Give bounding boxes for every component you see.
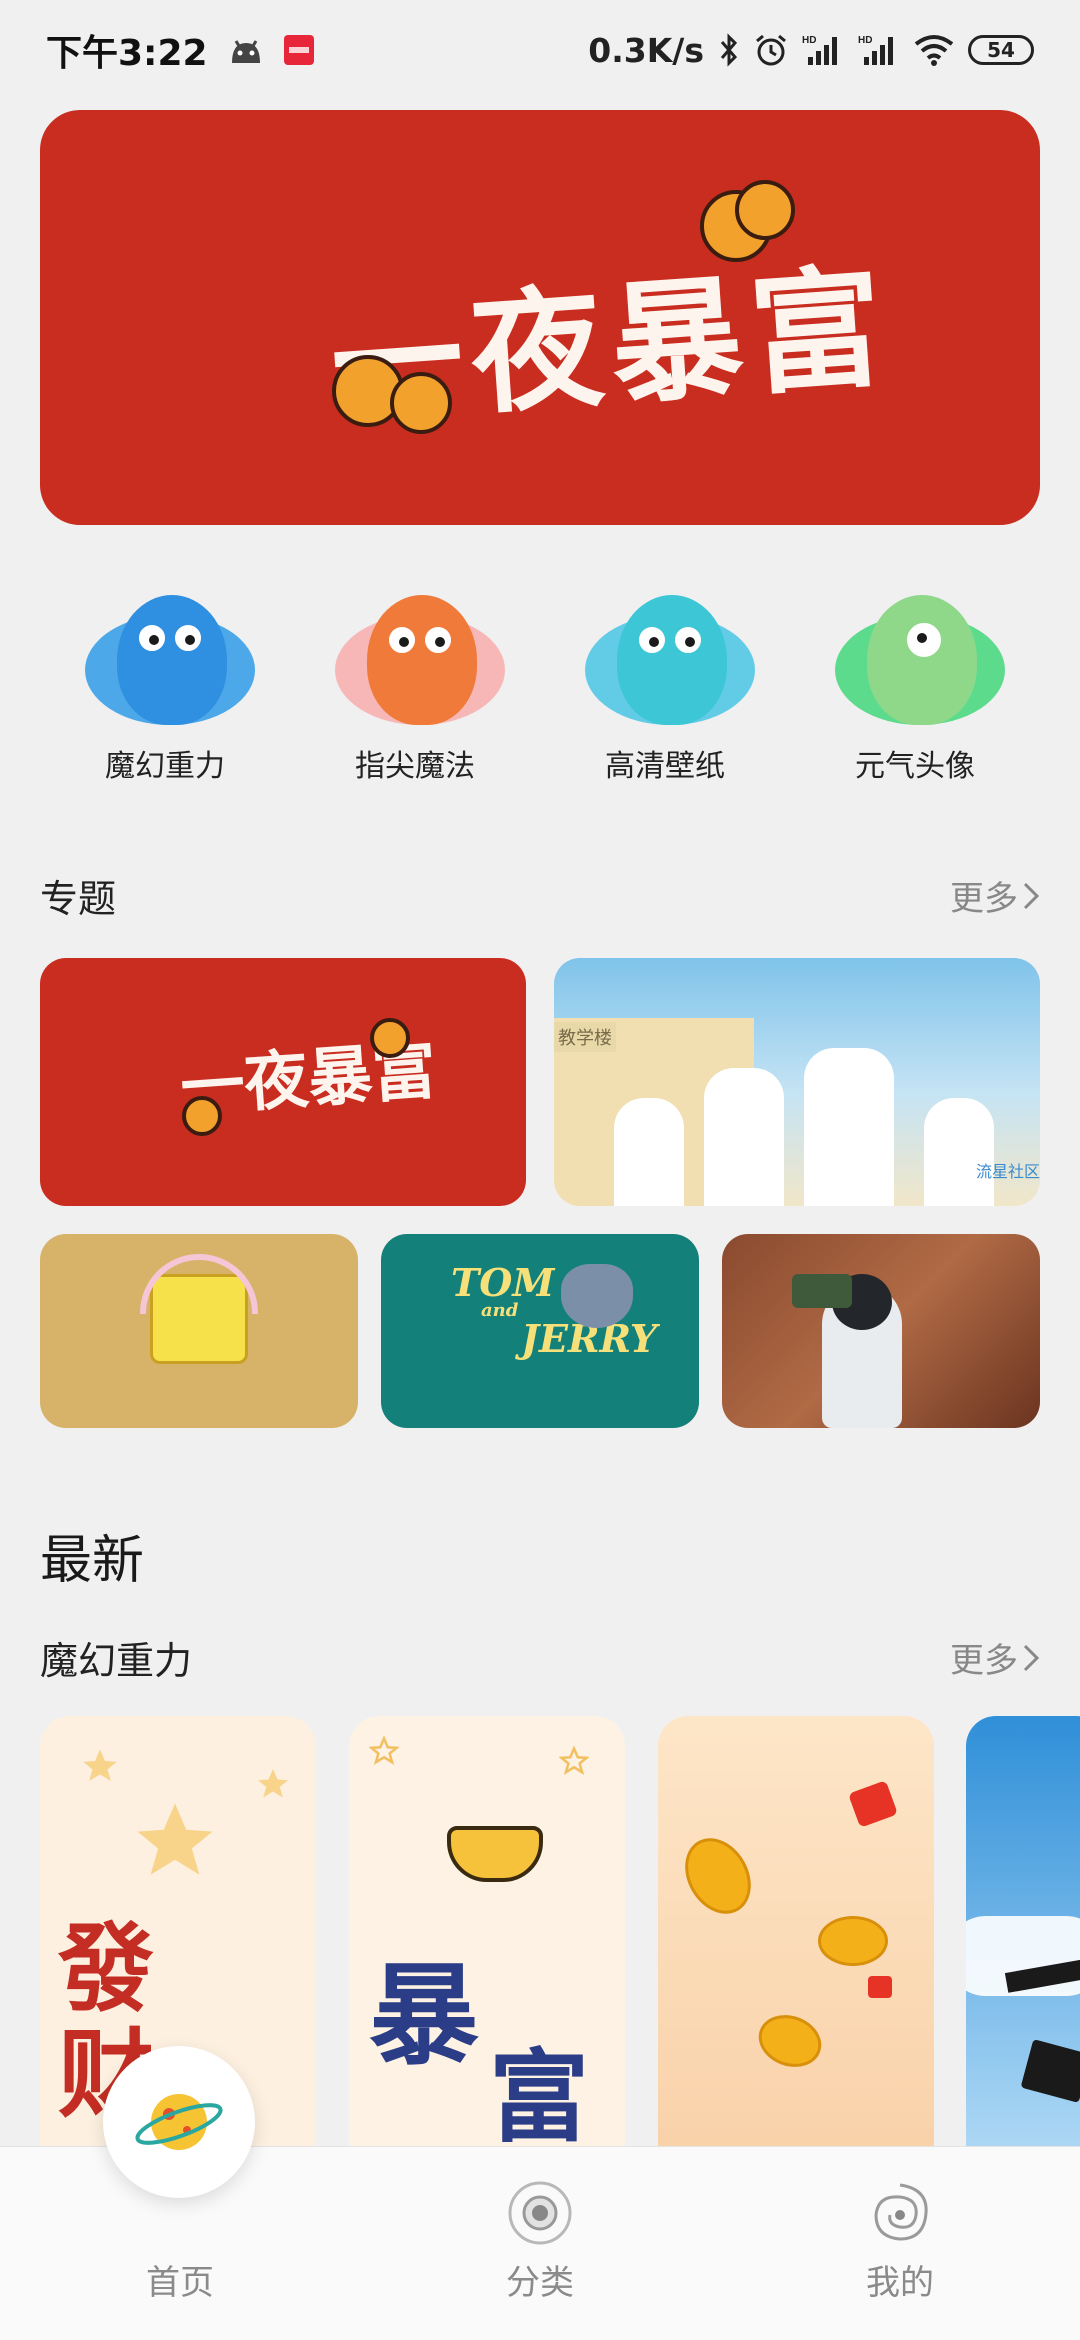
hd-signal-icon: HD	[858, 33, 900, 67]
monster-body	[867, 595, 977, 725]
topic-card-tom-jerry[interactable]: TOM and JERRY	[381, 1234, 699, 1428]
monster-cyan-icon	[575, 575, 755, 735]
star-icon	[258, 1769, 288, 1798]
wallpaper-text: 富	[489, 2038, 589, 2156]
category-label: 魔幻重力	[105, 749, 225, 784]
battery-level: 54	[987, 38, 1015, 62]
category-item-vitality-avatar[interactable]: 元气头像	[810, 575, 1020, 795]
category-label: 指尖魔法	[355, 749, 475, 784]
topic-card-astronaut[interactable]	[722, 1234, 1040, 1428]
gold-coin-icon	[751, 2006, 829, 2076]
topics-header: 专题 更多	[40, 868, 1040, 923]
student-figure	[804, 1048, 894, 1206]
category-label: 元气头像	[855, 749, 975, 784]
battery-icon: 54	[968, 35, 1034, 65]
wallpaper-more-button[interactable]: 更多	[950, 1633, 1040, 1682]
red-envelope-icon	[868, 1976, 892, 1998]
rainbow-arc	[140, 1254, 258, 1314]
coin-icon	[390, 372, 452, 434]
wallpaper-section-header: 魔幻重力 更多	[40, 1630, 1040, 1685]
gold-coin-icon	[672, 1826, 764, 1926]
home-planet-button[interactable]	[103, 2046, 255, 2198]
monster-eye	[425, 627, 451, 653]
wallpaper-section-title: 魔幻重力	[40, 1639, 193, 1683]
topics-more-button[interactable]: 更多	[950, 871, 1040, 920]
monster-blue-icon	[75, 575, 255, 735]
star-icon	[137, 1803, 213, 1875]
app-notification-icon	[283, 35, 314, 65]
monster-eye	[175, 625, 201, 651]
wifi-icon	[914, 34, 954, 66]
galaxy-icon	[874, 2183, 928, 2241]
coin-icon	[182, 1096, 222, 1136]
nav-profile[interactable]: 我的	[720, 2147, 1080, 2340]
category-item-magic-gravity[interactable]: 魔幻重力	[60, 575, 270, 795]
nav-category[interactable]: 分类	[360, 2147, 720, 2340]
student-figure	[704, 1068, 784, 1206]
school-sign: 教学楼	[554, 1022, 616, 1052]
status-bar: 下午3:22 0.3K/s HD HD 54	[0, 0, 1080, 100]
watermark-text: 流星社区	[975, 1162, 1040, 1181]
category-row: 魔幻重力 指尖魔法 高清壁纸 元气头像	[40, 575, 1040, 795]
tom-cat-figure	[561, 1264, 633, 1328]
more-label: 更多	[950, 1641, 1018, 1681]
latest-title: 最新	[40, 1531, 145, 1591]
hd-signal-icon: HD	[802, 33, 844, 67]
star-icon	[559, 1746, 589, 1776]
star-icon	[83, 1749, 117, 1781]
bluetooth-icon	[718, 33, 740, 67]
monster-eye	[139, 625, 165, 651]
topics-title: 专题	[40, 877, 117, 921]
red-envelope-icon	[848, 1780, 898, 1828]
star-icon	[369, 1736, 399, 1766]
monster-body	[367, 595, 477, 725]
monster-body	[617, 595, 727, 725]
monster-eye	[907, 623, 941, 657]
coin-icon	[370, 1018, 410, 1058]
chevron-right-icon	[1023, 882, 1040, 909]
svg-text:HD: HD	[858, 35, 872, 46]
nav-label: 分类	[506, 2263, 574, 2303]
monster-eye	[639, 627, 665, 653]
planet-icon	[135, 2094, 223, 2150]
student-figure	[614, 1098, 684, 1206]
nav-label: 我的	[866, 2263, 934, 2303]
android-icon	[228, 35, 264, 65]
orbit-icon	[508, 2181, 572, 2245]
coin-icon	[735, 180, 795, 240]
chevron-right-icon	[1023, 1644, 1040, 1671]
topic-card-rich-overnight[interactable]: 一夜暴富	[40, 958, 526, 1206]
hero-banner[interactable]: 一夜暴富	[40, 110, 1040, 525]
status-time: 下午3:22	[46, 33, 208, 74]
topic-card-school[interactable]: 教学楼 流星社区	[554, 958, 1040, 1206]
nav-label: 首页	[146, 2263, 214, 2303]
svg-text:HD: HD	[802, 35, 816, 46]
boombox	[792, 1274, 852, 1308]
category-item-hd-wallpaper[interactable]: 高清壁纸	[560, 575, 770, 795]
wallpaper-text: 暴	[369, 1951, 479, 2080]
network-speed: 0.3K/s	[588, 30, 704, 70]
monster-eye	[389, 627, 415, 653]
monster-body	[117, 595, 227, 725]
category-label: 高清壁纸	[605, 749, 725, 784]
monster-green-icon	[825, 575, 1005, 735]
graduation-cap-icon	[1020, 2039, 1080, 2103]
alarm-icon	[754, 33, 788, 67]
monster-eye	[675, 627, 701, 653]
category-item-fingertip-magic[interactable]: 指尖魔法	[310, 575, 520, 795]
gold-coin-icon	[818, 1916, 888, 1966]
more-label: 更多	[950, 879, 1018, 919]
student-figure	[924, 1098, 994, 1206]
monster-orange-icon	[325, 575, 505, 735]
topic-card-spongebob[interactable]	[40, 1234, 358, 1428]
gold-ingot-icon	[447, 1826, 543, 1882]
